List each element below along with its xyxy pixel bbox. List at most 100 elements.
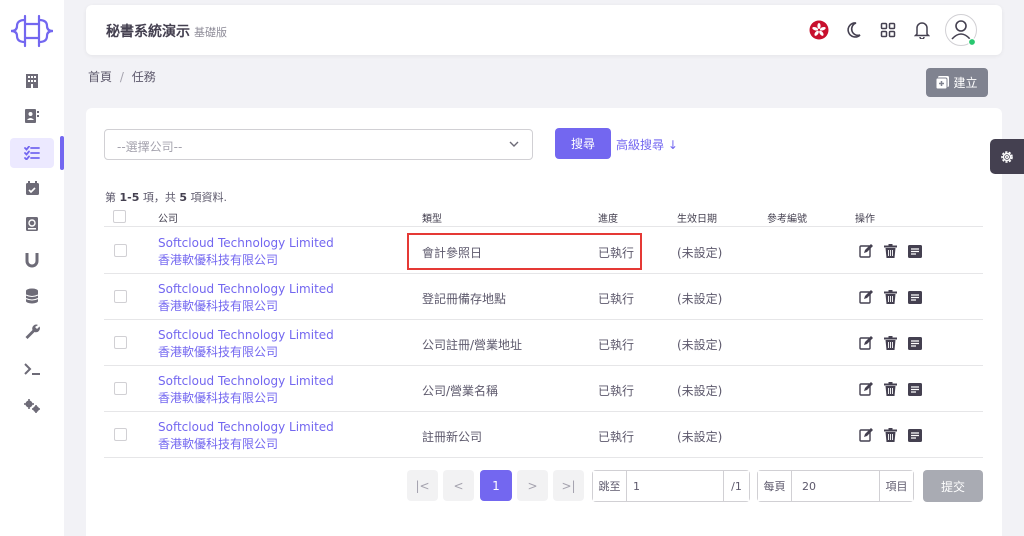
add-box-icon [936, 76, 950, 89]
summary-range: 1-5 [119, 191, 140, 204]
company-name-en[interactable]: Softcloud Technology Limited [158, 419, 334, 436]
moon-icon[interactable] [840, 17, 866, 43]
summary-total: 5 [179, 191, 188, 204]
hk-flag-icon[interactable] [806, 17, 832, 43]
page-last-button[interactable]: >| [553, 470, 584, 501]
logo-icon[interactable] [8, 12, 56, 50]
company-name-en[interactable]: Softcloud Technology Limited [158, 373, 334, 390]
notes-icon[interactable] [908, 382, 922, 396]
advanced-search-link[interactable]: 高級搜尋 ↓ [616, 136, 678, 153]
edit-icon[interactable] [859, 428, 873, 442]
result-summary: 第 1-5 項，共 5 項資料. [105, 189, 227, 205]
jump-label: 跳至 [593, 471, 627, 501]
summary-prefix: 第 [105, 191, 120, 204]
col-reference-header[interactable]: 參考編號 [767, 210, 807, 225]
col-actions-header: 操作 [855, 214, 875, 225]
jump-to-page-field[interactable]: 跳至 1 /1 [592, 470, 750, 502]
company-link[interactable]: Softcloud Technology Limited 香港軟優科技有限公司 [158, 235, 334, 269]
trash-icon[interactable] [884, 428, 897, 442]
edit-icon[interactable] [859, 290, 873, 304]
magnet-icon[interactable] [20, 248, 44, 272]
company-select[interactable]: --選擇公司-- [104, 129, 533, 160]
task-type: 公司註冊/營業地址 [422, 338, 523, 352]
email-icon[interactable] [20, 212, 44, 236]
sidebar-active-indicator [60, 136, 64, 170]
create-button-label: 建立 [953, 76, 978, 90]
terminal-icon[interactable] [20, 357, 44, 381]
per-page-label: 每頁 [758, 471, 792, 501]
row-checkbox[interactable] [114, 336, 127, 349]
table-row[interactable]: Softcloud Technology Limited 香港軟優科技有限公司 … [104, 274, 983, 320]
summary-middle: 項，共 [139, 191, 180, 204]
row-actions [859, 290, 922, 304]
col-effective-date-header[interactable]: 生效日期 [677, 210, 717, 225]
search-button[interactable]: 搜尋 [555, 128, 611, 159]
annotation-highlight-box [407, 233, 642, 270]
company-name-zh[interactable]: 香港軟優科技有限公司 [158, 298, 334, 315]
submit-button[interactable]: 提交 [923, 470, 983, 502]
calendar-check-icon[interactable] [20, 176, 44, 200]
contact-book-icon[interactable] [20, 104, 44, 128]
header-divider [104, 226, 983, 227]
trash-icon[interactable] [884, 336, 897, 350]
col-type-header[interactable]: 類型 [422, 210, 442, 225]
company-name-zh[interactable]: 香港軟優科技有限公司 [158, 344, 334, 361]
notes-icon[interactable] [908, 428, 922, 442]
gears-icon[interactable] [20, 394, 44, 418]
company-name-zh[interactable]: 香港軟優科技有限公司 [158, 252, 334, 269]
company-name-zh[interactable]: 香港軟優科技有限公司 [158, 390, 334, 407]
task-type: 註冊新公司 [422, 430, 483, 444]
user-avatar-icon[interactable] [944, 13, 978, 47]
task-effective-date: (未設定) [677, 292, 723, 306]
page-prev-button[interactable]: < [443, 470, 474, 501]
breadcrumb-home[interactable]: 首頁 [88, 70, 112, 84]
trash-icon[interactable] [884, 290, 897, 304]
table-row[interactable]: Softcloud Technology Limited 香港軟優科技有限公司 … [104, 412, 983, 458]
bell-icon[interactable] [909, 17, 935, 43]
notes-icon[interactable] [908, 290, 922, 304]
row-checkbox[interactable] [114, 382, 127, 395]
company-name-en[interactable]: Softcloud Technology Limited [158, 327, 334, 344]
page-first-button[interactable]: |< [407, 470, 438, 501]
jump-input-value[interactable]: 1 [633, 471, 640, 501]
company-link[interactable]: Softcloud Technology Limited 香港軟優科技有限公司 [158, 419, 334, 453]
create-button[interactable]: 建立 [926, 68, 988, 97]
apps-grid-icon[interactable] [875, 17, 901, 43]
breadcrumb-separator: / [119, 70, 124, 84]
database-icon[interactable] [20, 284, 44, 308]
trash-icon[interactable] [884, 244, 897, 258]
row-checkbox[interactable] [114, 428, 127, 441]
page-current-button[interactable]: 1 [480, 470, 512, 501]
col-progress-header[interactable]: 進度 [598, 210, 618, 225]
row-checkbox[interactable] [114, 290, 127, 303]
company-link[interactable]: Softcloud Technology Limited 香港軟優科技有限公司 [158, 327, 334, 361]
app-title: 秘書系統演示 基礎版 [106, 21, 227, 41]
notes-icon[interactable] [908, 336, 922, 350]
col-company-header[interactable]: 公司 [158, 210, 178, 225]
company-name-zh[interactable]: 香港軟優科技有限公司 [158, 436, 334, 453]
edit-icon[interactable] [859, 244, 873, 258]
select-all-checkbox[interactable] [113, 210, 126, 223]
trash-icon[interactable] [884, 382, 897, 396]
edit-icon[interactable] [859, 382, 873, 396]
table-row[interactable]: Softcloud Technology Limited 香港軟優科技有限公司 … [104, 320, 983, 366]
wrench-icon[interactable] [20, 319, 44, 343]
total-pages-label: /1 [723, 471, 749, 501]
building-icon[interactable] [20, 69, 44, 93]
checklist-icon[interactable] [20, 141, 44, 165]
company-link[interactable]: Softcloud Technology Limited 香港軟優科技有限公司 [158, 281, 334, 315]
edit-icon[interactable] [859, 336, 873, 350]
task-effective-date: (未設定) [677, 246, 723, 260]
table-row[interactable]: Softcloud Technology Limited 香港軟優科技有限公司 … [104, 366, 983, 412]
per-page-field[interactable]: 每頁 20 項目 [757, 470, 914, 502]
settings-gear-icon[interactable] [990, 139, 1024, 174]
page-next-button[interactable]: > [517, 470, 548, 501]
notes-icon[interactable] [908, 244, 922, 258]
company-link[interactable]: Softcloud Technology Limited 香港軟優科技有限公司 [158, 373, 334, 407]
company-name-en[interactable]: Softcloud Technology Limited [158, 281, 334, 298]
app-subtitle: 基礎版 [194, 26, 227, 39]
company-name-en[interactable]: Softcloud Technology Limited [158, 235, 334, 252]
breadcrumb-current: 任務 [131, 70, 156, 84]
row-checkbox[interactable] [114, 244, 127, 257]
per-page-input-value[interactable]: 20 [802, 471, 816, 501]
